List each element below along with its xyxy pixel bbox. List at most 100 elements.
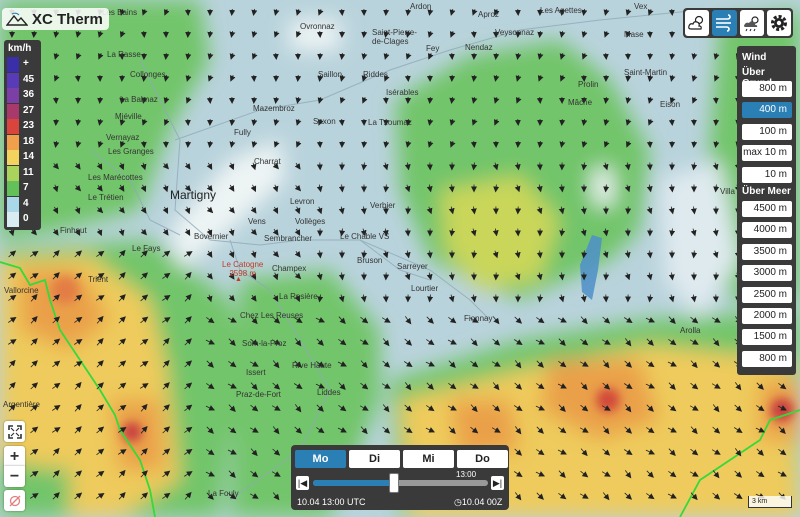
- layer-toolbar: [683, 8, 793, 38]
- place-label: Prolin: [578, 80, 599, 89]
- place-label: Collonges: [130, 70, 166, 79]
- altitude-button[interactable]: 3500 m: [742, 243, 792, 260]
- time-slider-fill: [313, 480, 394, 486]
- place-label: Argentière: [3, 400, 40, 409]
- weather-map[interactable]: [0, 0, 800, 517]
- place-label: Saillon: [318, 70, 343, 79]
- altitude-button[interactable]: 2500 m: [742, 286, 792, 303]
- time-slider-track[interactable]: [313, 480, 488, 486]
- place-label: Nendaz: [465, 43, 493, 52]
- place-label: Villa: [720, 187, 735, 196]
- day-tab[interactable]: Do: [457, 450, 508, 468]
- wind-layer-button[interactable]: [712, 10, 737, 36]
- cloud-sun-icon: [688, 15, 704, 30]
- place-label: Les Marécottes: [88, 173, 143, 182]
- legend-label: 45: [23, 73, 35, 85]
- thermal-layer-button[interactable]: [685, 10, 710, 36]
- place-label: Sembrancher: [264, 234, 313, 243]
- altitude-button[interactable]: 3000 m: [742, 265, 792, 282]
- place-label: Fully: [234, 128, 251, 137]
- legend-label: 14: [23, 151, 35, 162]
- step-forward-button[interactable]: ▶|: [491, 476, 504, 490]
- place-label: Mazembroz: [253, 104, 295, 113]
- legend-swatch: [7, 119, 19, 134]
- locate-button[interactable]: [4, 490, 25, 511]
- altitude-button[interactable]: 800 m: [742, 81, 792, 97]
- place-label: Miéville: [115, 112, 142, 121]
- place-label: Vex: [634, 2, 648, 11]
- app-logo[interactable]: XC Therm: [2, 8, 109, 30]
- day-tab[interactable]: Mi: [403, 450, 454, 468]
- legend-row: 0: [7, 212, 38, 227]
- place-label: Le Catogne 2598 m: [222, 260, 264, 278]
- zoom-out-button[interactable]: −: [4, 466, 25, 487]
- place-label: Vernayaz: [106, 133, 140, 142]
- legend-row: 14: [7, 150, 38, 165]
- zoom-in-button[interactable]: +: [4, 446, 25, 467]
- legend-row: +: [7, 57, 38, 72]
- place-label: Rive Haute: [292, 361, 332, 370]
- place-label: Le Fays: [132, 244, 161, 253]
- place-label: La Rosière: [279, 292, 318, 301]
- place-label: Saint-Martin: [624, 68, 668, 77]
- section-above-sea: Über Meer: [742, 186, 791, 197]
- place-label: Eison: [660, 100, 681, 109]
- place-label: Sarreyer: [397, 262, 428, 271]
- weather-overview-icon: [743, 16, 759, 32]
- place-label: Chez Les Reuses: [240, 311, 304, 320]
- legend-swatch: [7, 212, 19, 227]
- altitude-button[interactable]: max 10 m: [742, 145, 792, 162]
- place-label: Charrat: [254, 157, 281, 166]
- legend-swatch: [7, 196, 19, 212]
- altitude-button[interactable]: 800 m: [742, 350, 792, 367]
- altitude-button[interactable]: 4500 m: [742, 201, 792, 217]
- legend-label: 18: [23, 135, 35, 147]
- altitude-button[interactable]: 2000 m: [742, 308, 792, 324]
- legend-swatch: [7, 165, 19, 181]
- app-title: XC Therm: [32, 10, 103, 28]
- time-tooltip: 13:00: [456, 470, 477, 479]
- altitude-button[interactable]: 400 m: [742, 102, 792, 119]
- legend-label: 0: [23, 213, 29, 224]
- legend-row: 18: [7, 134, 38, 150]
- place-label: Ovronnaz: [300, 22, 335, 31]
- day-tab[interactable]: Di: [349, 450, 400, 468]
- altitude-button[interactable]: 100 m: [742, 123, 792, 140]
- place-label: La Balmaz: [120, 95, 158, 104]
- settings-button[interactable]: [766, 10, 791, 36]
- legend-swatch: [7, 72, 19, 88]
- place-label: La Tzoumaz: [368, 118, 412, 127]
- place-label: Liddes: [317, 388, 341, 397]
- run-time-text: 10.04 00Z: [461, 497, 503, 507]
- place-label: Le Châble VS: [340, 232, 390, 241]
- legend-row: 11: [7, 165, 38, 181]
- place-label: Vallorcine: [4, 286, 39, 295]
- altitude-button[interactable]: 4000 m: [742, 222, 792, 239]
- legend-row: 7: [7, 181, 38, 196]
- map-scale: 3 km: [748, 496, 792, 508]
- legend-row: 23: [7, 119, 38, 134]
- place-label: Issert: [246, 368, 266, 377]
- legend-label: 7: [23, 182, 29, 193]
- fullscreen-button[interactable]: [4, 421, 25, 442]
- wind-icon: [716, 14, 732, 32]
- altitude-button[interactable]: 10 m: [742, 166, 792, 183]
- day-tab[interactable]: Mo: [295, 450, 346, 468]
- legend-label: 27: [23, 104, 35, 116]
- weather-layer-button[interactable]: [739, 10, 764, 36]
- peak-marker-icon: ▲: [235, 276, 242, 283]
- place-label: Bruson: [357, 256, 383, 265]
- place-label: Arolla: [680, 326, 701, 335]
- place-label: Verbier: [370, 201, 396, 210]
- place-label: Vollèges: [295, 217, 326, 226]
- step-back-button[interactable]: |◀: [296, 476, 309, 490]
- place-label: Mâche: [568, 98, 593, 107]
- altitude-button[interactable]: 1500 m: [742, 329, 792, 346]
- legend-unit: km/h: [8, 43, 32, 54]
- time-slider-thumb[interactable]: [388, 473, 399, 493]
- place-label: Aproz: [478, 10, 499, 19]
- run-time-label: ◷10.04 00Z: [454, 497, 502, 508]
- legend-row: 27: [7, 103, 38, 119]
- place-label: Lourtier: [411, 284, 439, 293]
- place-label: Trient: [88, 275, 109, 284]
